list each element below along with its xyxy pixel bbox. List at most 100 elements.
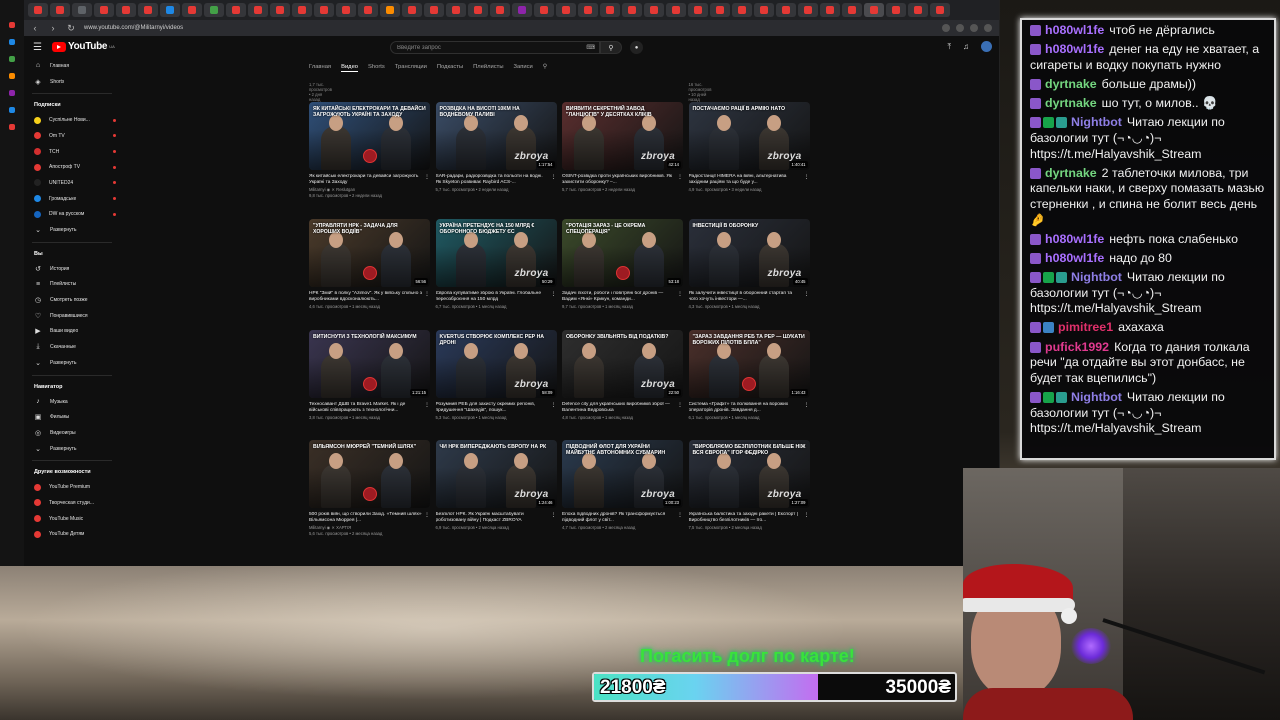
video-card[interactable]: Постачаємо рації в армію НАТО zbroya 1:40:… xyxy=(688,102,810,192)
video-card[interactable]: Інвестиції в оборонку zbroya 40:45 Як залуч… xyxy=(688,219,810,309)
extension-icon[interactable] xyxy=(970,24,978,32)
chat-username[interactable]: Nightbot xyxy=(1071,270,1122,284)
browser-tab[interactable] xyxy=(468,3,488,17)
search-input[interactable] xyxy=(397,44,577,51)
browser-tab[interactable] xyxy=(688,3,708,17)
voice-search-icon[interactable]: ● xyxy=(630,41,643,54)
sidebar-more-item[interactable]: YouTube Premium xyxy=(24,479,120,495)
video-card[interactable]: Підводний флот для України майбутнє авто… xyxy=(562,440,683,530)
video-title[interactable]: Розумний РЕБ для захисту окремих регіоні… xyxy=(436,402,557,414)
sidebar-item-films[interactable]: ▣ Фильмы xyxy=(24,409,120,425)
video-title[interactable]: Система «Графіт» та полювання на ворожих… xyxy=(689,402,810,414)
channel-tab[interactable]: Подкасты xyxy=(437,62,463,72)
more-options-icon[interactable]: ⋮ xyxy=(424,512,430,518)
video-card[interactable]: Чи НРК випереджають Європу на РК zbroya 1:… xyxy=(435,440,557,530)
extension-icon[interactable] xyxy=(956,24,964,32)
browser-tab[interactable] xyxy=(644,3,664,17)
video-card[interactable]: "Ротація зараз - це окрема спецоперація"… xyxy=(562,219,683,309)
taskbar-app-icon[interactable] xyxy=(9,56,15,62)
video-thumbnail[interactable]: Kvertus створює комплекс РЕР на дроні zbr… xyxy=(435,330,557,398)
notifications-bell-icon[interactable]: ♫ xyxy=(963,42,969,51)
video-card[interactable]: Kvertus створює комплекс РЕР на дроні zbr… xyxy=(435,330,557,420)
browser-tab[interactable] xyxy=(72,3,92,17)
channel-tab[interactable]: Трансляции xyxy=(395,62,427,72)
sidebar-expand-button[interactable]: ⌄ Развернуть xyxy=(24,222,120,238)
browser-tab[interactable] xyxy=(798,3,818,17)
video-title[interactable]: Безпілот НРК. Як Україні масштабувати ро… xyxy=(436,512,557,524)
video-title[interactable]: Як китайські електрокари та девайси загр… xyxy=(309,174,430,186)
sidebar-item-shorts[interactable]: ◈ Shorts xyxy=(24,74,120,90)
more-options-icon[interactable]: ⋮ xyxy=(551,512,557,518)
chat-username[interactable]: Nightbot xyxy=(1071,115,1122,129)
hamburger-menu-icon[interactable]: ☰ xyxy=(33,42,42,53)
sidebar-expand-button[interactable]: ⌄ Развернуть xyxy=(24,355,120,371)
video-thumbnail[interactable]: "Ротація зараз - це окрема спецоперація"… xyxy=(562,219,683,287)
video-card[interactable]: Виявити секретний завод "Ланцюгів" у дес… xyxy=(562,102,683,192)
video-thumbnail[interactable]: "Виробляємо безпілотник більше ніж вся Є… xyxy=(688,440,810,508)
video-thumbnail[interactable]: Україна претендує на 150 млрд € оборонно… xyxy=(435,219,557,287)
sidebar-item-watch-later[interactable]: ◷ Смотреть позже xyxy=(24,292,120,308)
search-button[interactable]: ⚲ xyxy=(600,41,622,54)
channel-tab[interactable]: Видео xyxy=(341,62,359,72)
sidebar-item-home[interactable]: ⌂ Главная xyxy=(24,58,120,74)
video-card[interactable]: Розвідка на висоті 10км на водневому пал… xyxy=(435,102,557,192)
more-options-icon[interactable]: ⋮ xyxy=(677,174,683,180)
video-title[interactable]: Defence city для українських виробників … xyxy=(562,402,683,414)
video-card[interactable]: Як китайські електрокари та девайси загр… xyxy=(309,102,430,198)
extension-icon[interactable] xyxy=(984,24,992,32)
browser-tab[interactable] xyxy=(534,3,554,17)
browser-tab[interactable] xyxy=(138,3,158,17)
more-options-icon[interactable]: ⋮ xyxy=(804,174,810,180)
browser-tab[interactable] xyxy=(886,3,906,17)
browser-tab[interactable] xyxy=(116,3,136,17)
browser-tab[interactable] xyxy=(776,3,796,17)
more-options-icon[interactable]: ⋮ xyxy=(804,402,810,408)
reload-icon[interactable]: ↻ xyxy=(66,23,76,34)
browser-tab[interactable] xyxy=(292,3,312,17)
browser-tab[interactable] xyxy=(600,3,620,17)
browser-tab[interactable] xyxy=(28,3,48,17)
video-thumbnail[interactable]: Оборонку звільнять від податків? zbroya 22… xyxy=(562,330,683,398)
browser-tab[interactable] xyxy=(930,3,950,17)
browser-tab[interactable] xyxy=(622,3,642,17)
sidebar-expand-button[interactable]: ⌄ Развернуть xyxy=(24,441,120,457)
avatar[interactable] xyxy=(981,41,992,52)
video-title[interactable]: НРК "Змій" в полку "Azimov". Як у військ… xyxy=(309,291,430,303)
sidebar-subscription[interactable]: Апостроф TV xyxy=(24,159,120,175)
sidebar-subscription[interactable]: Суспільне Нови... xyxy=(24,112,120,128)
video-thumbnail[interactable]: Підводний флот для України майбутнє авто… xyxy=(562,440,683,508)
browser-tab[interactable] xyxy=(578,3,598,17)
sidebar-item-games[interactable]: ◎ Видеоигры xyxy=(24,425,120,441)
sidebar-subscription[interactable]: UNITED24 xyxy=(24,175,120,191)
extension-icon[interactable] xyxy=(942,24,950,32)
channel-tab[interactable]: Главная xyxy=(309,62,331,72)
video-thumbnail[interactable]: Витиснути з технологій максимум 1:21:15 xyxy=(309,330,430,398)
sidebar-more-item[interactable]: YouTube Music xyxy=(24,511,120,527)
chat-username[interactable]: pimitree1 xyxy=(1058,320,1113,334)
video-card[interactable]: Вільямсон Мюррей "Темний шлях" 500 років … xyxy=(309,440,430,536)
browser-tab[interactable] xyxy=(908,3,928,17)
forward-icon[interactable]: › xyxy=(48,23,58,33)
browser-tab[interactable] xyxy=(270,3,290,17)
video-thumbnail[interactable]: "Управляти НРК - задача для хороших воді… xyxy=(309,219,430,287)
sidebar-subscription[interactable]: DW на русском xyxy=(24,207,120,223)
more-options-icon[interactable]: ⋮ xyxy=(677,291,683,297)
video-thumbnail[interactable]: Інвестиції в оборонку zbroya 40:45 xyxy=(688,219,810,287)
video-title[interactable]: Радіостанції HIMERA на війні, альтернати… xyxy=(689,174,810,186)
browser-tab[interactable] xyxy=(314,3,334,17)
sidebar-item-music[interactable]: ♪ Музыка xyxy=(24,394,120,410)
video-title[interactable]: Техносавант ДШВ та Brave1 Market. Як і д… xyxy=(309,402,430,414)
browser-tab[interactable] xyxy=(50,3,70,17)
browser-tab[interactable] xyxy=(512,3,532,17)
chat-username[interactable]: dyrtnake xyxy=(1045,77,1097,91)
video-title[interactable]: Українська балістика та західні ракети |… xyxy=(689,512,810,524)
chat-username[interactable]: Nightbot xyxy=(1071,390,1122,404)
video-title[interactable]: OSINT-розвідка проти українських виробни… xyxy=(562,174,683,186)
sidebar-more-item[interactable]: YouTube Детям xyxy=(24,527,120,543)
video-thumbnail[interactable]: Вільямсон Мюррей "Темний шлях" xyxy=(309,440,430,508)
taskbar-app-icon[interactable] xyxy=(9,124,15,130)
browser-tab[interactable] xyxy=(182,3,202,17)
chat-username[interactable]: dyrtnake xyxy=(1045,96,1097,110)
browser-tab[interactable] xyxy=(820,3,840,17)
video-card[interactable]: "Управляти НРК - задача для хороших воді… xyxy=(309,219,430,309)
